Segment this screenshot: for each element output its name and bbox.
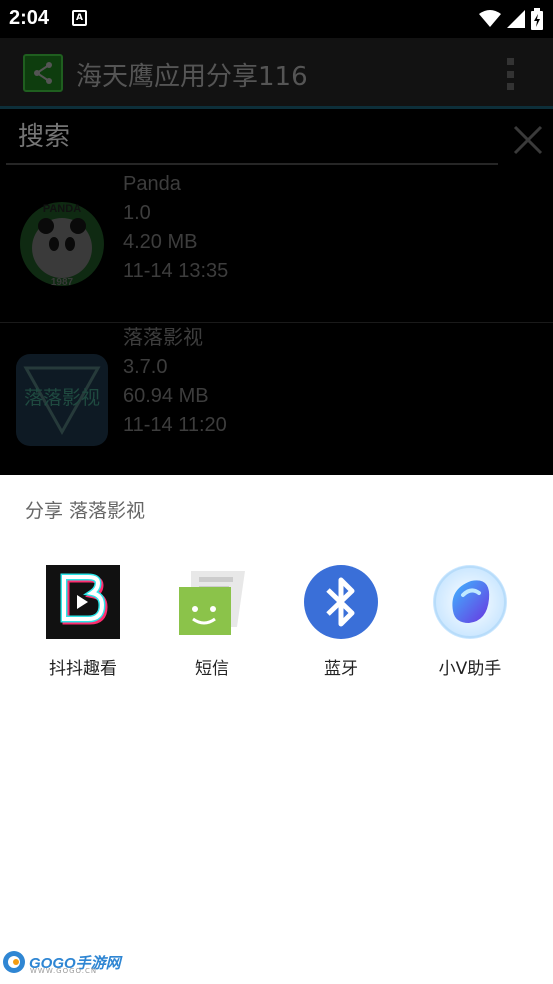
panda-icon: PANDA 1987 [20,202,104,286]
panda-icon-text: PANDA [43,203,81,215]
share-target-xiaov[interactable]: 小V助手 [415,565,525,679]
doudou-app-icon [46,565,120,639]
list-item[interactable]: 落落影视 落落影视 3.7.0 60.94 MB 11-14 11:20 [0,324,553,477]
search-bar [6,118,498,165]
bluetooth-icon [304,565,378,639]
notification-icon: A [72,10,87,26]
app-title: 海天鹰应用分享116 [76,62,308,92]
luoluo-icon: 落落影视 [16,354,108,446]
app-version: 3.7.0 [123,356,168,378]
watermark-url: WWW.GOGO.CN [30,967,98,975]
xiaov-assistant-icon [433,565,507,639]
share-sheet-title: 分享 落落影视 [25,500,146,522]
app-size: 60.94 MB [123,385,209,407]
status-bar: 2:04 A [0,0,553,38]
app-bar: 海天鹰应用分享116 [0,38,553,108]
app-size: 4.20 MB [123,231,198,253]
battery-icon [531,8,543,30]
share-target-label: 蓝牙 [324,659,358,679]
app-bar-divider [0,106,553,109]
app-version: 1.0 [123,202,151,224]
messaging-icon [179,571,245,635]
close-icon[interactable] [512,124,544,156]
share-target-label: 小V助手 [438,659,502,679]
list-item[interactable]: PANDA 1987 Panda 1.0 4.20 MB 11-14 13:35 [0,170,553,323]
share-target-messaging[interactable]: 短信 [157,565,267,679]
panda-icon-year: 1987 [51,277,74,286]
share-target-label: 抖抖趣看 [49,659,117,679]
overflow-menu-icon[interactable] [507,58,515,90]
luoluo-icon-text: 落落影视 [24,387,100,409]
search-input[interactable] [18,122,488,152]
share-target-bluetooth[interactable]: 蓝牙 [286,565,396,679]
app-name: Panda [123,173,181,195]
share-sheet: 分享 落落影视 抖抖趣看 短信 蓝牙 小V助手 [0,475,553,984]
app-name: 落落影视 [123,327,203,349]
share-target-doudou[interactable]: 抖抖趣看 [28,565,138,679]
share-target-label: 短信 [195,659,229,679]
app-date: 11-14 11:20 [123,414,227,436]
status-icons [479,8,543,30]
watermark: GOGO手游网 WWW.GOGO.CN [2,948,121,976]
status-time: 2:04 [9,7,50,29]
wifi-icon [479,10,501,27]
signal-icon [507,10,525,28]
share-app-logo-icon [23,54,63,92]
app-date: 11-14 13:35 [123,260,229,282]
watermark-logo-icon [3,951,25,973]
